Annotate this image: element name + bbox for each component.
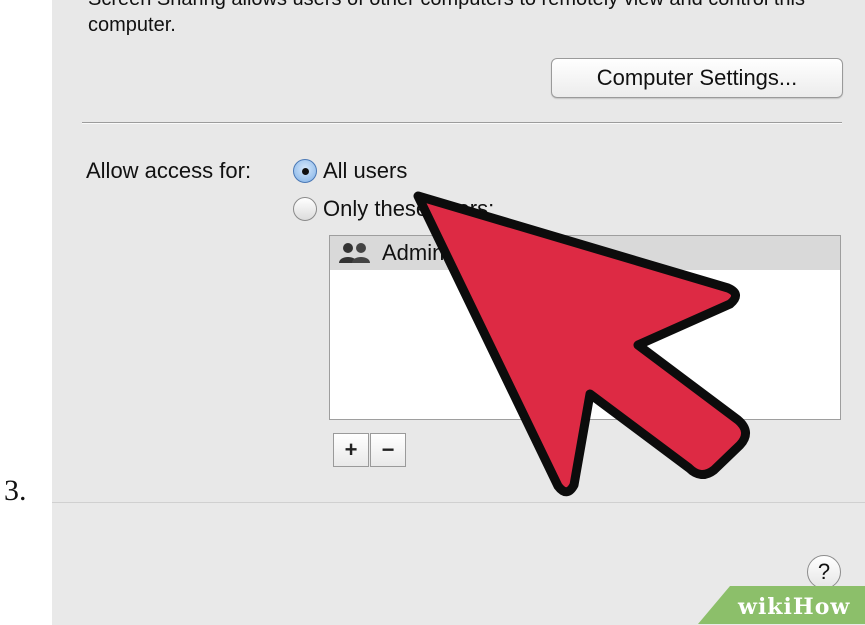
allow-access-label: Allow access for: xyxy=(86,158,252,183)
help-button[interactable]: ? xyxy=(807,555,841,589)
all-users-label[interactable]: All users xyxy=(323,158,407,184)
all-users-option[interactable]: All users xyxy=(293,158,407,184)
add-user-button[interactable]: + xyxy=(333,433,369,467)
list-item[interactable]: Administrators xyxy=(330,236,840,270)
sharing-preferences-panel: Screen Sharing allows users of other com… xyxy=(52,0,865,625)
watermark-wiki: wiki xyxy=(738,594,793,620)
radio-selected-dot xyxy=(302,168,309,175)
all-users-radio[interactable] xyxy=(293,159,317,183)
list-item-label: Administrators xyxy=(382,240,523,265)
remove-user-button[interactable]: − xyxy=(370,433,406,467)
only-these-users-label[interactable]: Only these users: xyxy=(323,196,494,222)
screen-sharing-description: Screen Sharing allows users of other com… xyxy=(88,0,805,36)
group-icon xyxy=(338,242,372,264)
watermark-how: How xyxy=(792,594,851,620)
computer-settings-button[interactable]: Computer Settings... xyxy=(551,58,843,98)
users-list[interactable]: Administrators xyxy=(329,235,841,420)
only-these-users-option[interactable]: Only these users: xyxy=(293,196,494,222)
wikihow-watermark: wikiHow xyxy=(738,594,850,620)
only-these-users-radio[interactable] xyxy=(293,197,317,221)
step-number: 3. xyxy=(4,474,27,507)
section-divider xyxy=(82,122,842,124)
screen-sharing-section: Screen Sharing allows users of other com… xyxy=(52,0,865,502)
